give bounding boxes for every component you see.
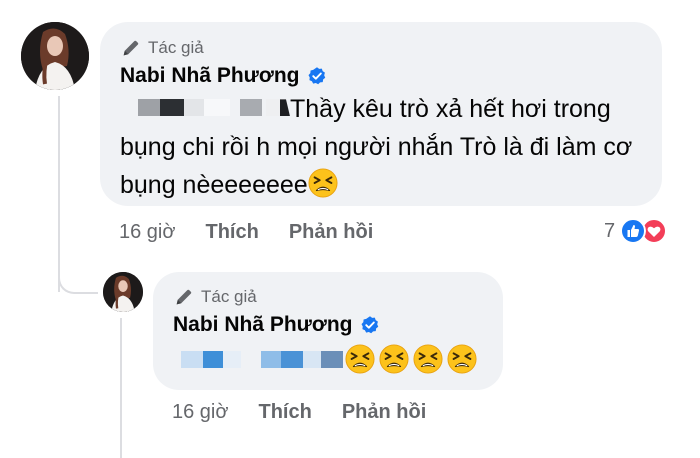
avatar[interactable] (21, 22, 89, 90)
thread-line-reply (120, 318, 122, 458)
pen-icon (176, 289, 192, 305)
comment-actions: 16 giờ Thích Phản hồi (119, 221, 373, 244)
redacted-mention (120, 97, 290, 119)
author-name-text[interactable]: Nabi Nhã Phương (173, 313, 352, 337)
author-badge-label: Tác giả (148, 38, 204, 57)
pen-icon (123, 40, 139, 56)
reply-button[interactable]: Phản hồi (342, 401, 426, 424)
verified-badge-icon (361, 316, 379, 334)
like-icon (620, 218, 647, 244)
tired-face-emoji (447, 344, 477, 374)
reply-text (173, 344, 481, 374)
tired-face-emoji (379, 344, 409, 374)
author-badge-label: Tác giả (201, 287, 257, 306)
author-name[interactable]: Nabi Nhã Phương (173, 313, 380, 337)
tired-face-emoji (413, 344, 443, 374)
timestamp[interactable]: 16 giờ (172, 401, 228, 424)
like-button[interactable]: Thích (205, 221, 258, 244)
reply-bubble: Tác giả Nabi Nhã Phương (153, 272, 503, 390)
redacted-mention (173, 348, 345, 370)
thread-connector (58, 250, 98, 294)
author-name-text[interactable]: Nabi Nhã Phương (120, 64, 299, 88)
comment-text: Thầy kêu trò xả hết hơi trong bụng chi r… (120, 90, 650, 204)
reaction-count[interactable]: 7 (604, 220, 615, 243)
comment-bubble: Tác giả Nabi Nhã Phương Thầy kêu trò xả … (100, 22, 662, 206)
author-badge: Tác giả (173, 286, 257, 308)
reply-emojis (345, 344, 481, 374)
like-button[interactable]: Thích (258, 401, 311, 424)
reply-button[interactable]: Phản hồi (289, 221, 373, 244)
author-name[interactable]: Nabi Nhã Phương (120, 64, 327, 88)
tired-face-emoji (308, 168, 338, 198)
reply-actions: 16 giờ Thích Phản hồi (172, 401, 426, 424)
avatar-reply[interactable] (103, 272, 143, 312)
timestamp[interactable]: 16 giờ (119, 221, 175, 244)
author-badge: Tác giả (120, 37, 204, 59)
tired-face-emoji (345, 344, 375, 374)
reaction-summary[interactable]: 7 (604, 218, 668, 244)
verified-badge-icon (308, 67, 326, 85)
